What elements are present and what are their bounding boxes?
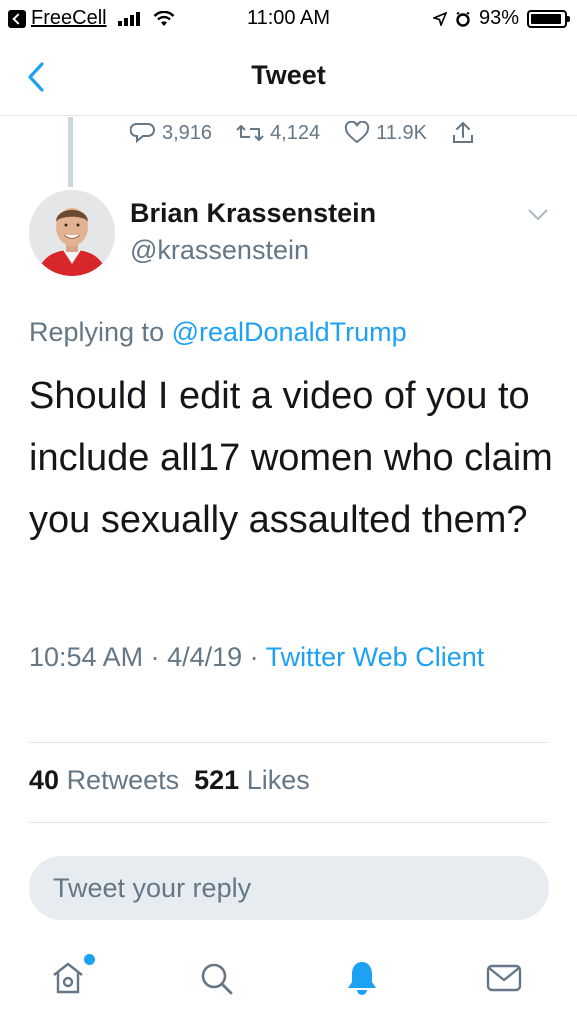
likes-stat[interactable]: 521 Likes: [194, 765, 310, 795]
tweet-text: Should I edit a video of you to include …: [29, 375, 553, 541]
battery-icon: [527, 9, 570, 28]
home-icon: [53, 962, 83, 994]
alarm-icon: [456, 11, 470, 27]
author-name[interactable]: Brian Krassenstein: [130, 198, 376, 229]
reply-icon: [130, 123, 155, 144]
retweet-icon: [236, 125, 264, 141]
page-title: Tweet: [251, 60, 326, 90]
tab-search[interactable]: [196, 958, 236, 998]
retweet-count: 4,124: [270, 121, 321, 144]
tweet-timestamp: 10:54 AM · 4/4/19 ·: [29, 642, 266, 672]
avatar[interactable]: [29, 190, 115, 276]
retweets-count: 40: [29, 765, 60, 795]
battery-percent: 93%: [478, 7, 519, 29]
location-icon: [432, 11, 447, 26]
divider: [29, 822, 549, 823]
reply-action[interactable]: 3,916: [130, 121, 212, 145]
share-action[interactable]: [451, 120, 475, 146]
thread-connector: [68, 117, 73, 187]
tweet-meta: 10:54 AM · 4/4/19 · Twitter Web Client: [29, 638, 549, 677]
chevron-down-icon[interactable]: [527, 208, 549, 222]
likes-count: 521: [194, 765, 240, 795]
messages-icon: [486, 964, 522, 992]
prev-tweet-actions: 3,916 4,124 11.9K: [130, 120, 499, 146]
heart-icon: [345, 121, 370, 144]
tab-bar: [0, 940, 577, 1024]
reply-count: 3,916: [162, 121, 213, 144]
tab-notifications[interactable]: [342, 958, 382, 998]
retweets-stat[interactable]: 40 Retweets: [29, 765, 179, 795]
status-bar: FreeCell 11:00 AM 93%: [0, 0, 577, 38]
battery-fill: [531, 13, 561, 24]
author-handle[interactable]: @krassenstein: [130, 235, 309, 266]
like-action[interactable]: 11.9K: [344, 121, 427, 145]
nav-bar: Tweet: [0, 38, 577, 116]
tweet-stats: 40 Retweets 521 Likes: [29, 765, 310, 796]
reply-input[interactable]: Tweet your reply: [29, 856, 549, 920]
retweet-action[interactable]: 4,124: [236, 121, 320, 145]
avatar-image: [29, 190, 115, 276]
home-notification-dot: [84, 954, 95, 965]
notifications-icon: [348, 962, 376, 995]
tweet-source[interactable]: Twitter Web Client: [266, 642, 485, 672]
replying-to-prefix: Replying to: [29, 317, 165, 347]
like-count: 11.9K: [376, 121, 427, 144]
likes-label: Likes: [246, 765, 310, 795]
share-icon: [452, 122, 473, 143]
divider: [29, 742, 549, 743]
tab-messages[interactable]: [484, 958, 524, 998]
tab-home[interactable]: [48, 958, 88, 998]
replying-to: Replying to @realDonaldTrump: [29, 317, 407, 348]
replying-to-mention[interactable]: @realDonaldTrump: [172, 317, 407, 347]
search-icon: [201, 963, 233, 995]
retweets-label: Retweets: [66, 765, 180, 795]
